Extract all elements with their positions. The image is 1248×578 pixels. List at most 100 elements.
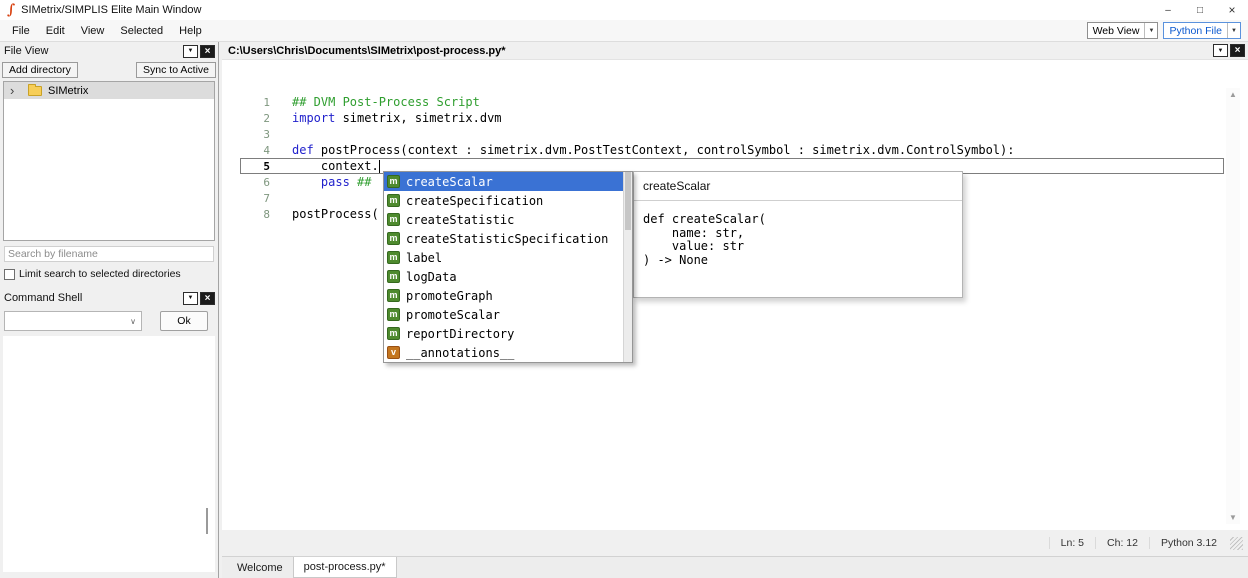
- autocomplete-item[interactable]: mlogData: [384, 267, 632, 286]
- autocomplete-item[interactable]: v__annotations__: [384, 343, 632, 362]
- command-shell-menu-button[interactable]: ▼: [183, 292, 198, 305]
- line-number: 8: [240, 208, 270, 221]
- menu-file[interactable]: File: [4, 22, 38, 40]
- shell-scrollbar-thumb[interactable]: [206, 508, 208, 534]
- scroll-down-icon[interactable]: ▼: [1229, 511, 1237, 524]
- status-bar: Ln: 5 Ch: 12 Python 3.12: [222, 530, 1248, 556]
- autocomplete-item[interactable]: m promoteGraph: [384, 286, 632, 305]
- limit-search-label: Limit search to selected directories: [19, 268, 181, 280]
- autocomplete-label: logData: [406, 270, 457, 284]
- main-area: File View ▼ × Add directory Sync to Acti…: [0, 42, 1248, 578]
- command-input-combo[interactable]: ∨: [4, 311, 142, 331]
- autocomplete-item[interactable]: mcreateScalar: [384, 172, 632, 191]
- autocomplete-scrollbar[interactable]: [623, 172, 632, 362]
- autocomplete-label: __annotations__: [406, 346, 514, 360]
- add-directory-button[interactable]: Add directory: [2, 62, 78, 78]
- tab-welcome[interactable]: Welcome: [227, 557, 293, 578]
- status-line: Ln: 5: [1049, 537, 1095, 549]
- autocomplete-item[interactable]: m promoteScalar: [384, 305, 632, 324]
- tooltip-separator: [634, 200, 962, 201]
- tree-item-simetrix[interactable]: › SIMetrix: [4, 82, 214, 99]
- signature-tooltip: createScalar def createScalar( name: str…: [633, 171, 963, 298]
- autocomplete-label: createSpecification: [406, 194, 543, 208]
- web-view-combo[interactable]: Web View ▼: [1087, 22, 1159, 39]
- code-editor[interactable]: 1## DVM Post-Process Script 2import simet…: [222, 60, 1248, 530]
- limit-search-checkbox[interactable]: [4, 269, 15, 280]
- command-shell-input-row: ∨ Ok: [0, 307, 218, 333]
- scroll-up-icon[interactable]: ▲: [1229, 88, 1237, 101]
- code-line: 1## DVM Post-Process Script: [240, 94, 1224, 110]
- chevron-down-icon[interactable]: ▼: [1144, 23, 1157, 38]
- tooltip-signature: def createScalar( name: str, value: str …: [643, 213, 953, 267]
- autocomplete-label: promoteGraph: [406, 289, 493, 303]
- menu-view[interactable]: View: [73, 22, 113, 40]
- method-icon: m: [387, 213, 400, 226]
- shell-output[interactable]: [3, 336, 215, 572]
- editor-menu-button[interactable]: ▼: [1213, 44, 1228, 57]
- limit-search-row: Limit search to selected directories: [4, 268, 214, 280]
- code-text: import simetrix, simetrix.dvm: [270, 110, 1224, 126]
- editor-path-bar: C:\Users\Chris\Documents\SIMetrix\post-p…: [222, 42, 1248, 60]
- editor-close-button[interactable]: ×: [1230, 44, 1245, 57]
- code-text: [270, 126, 1224, 142]
- line-number: 2: [240, 112, 270, 125]
- file-view-close-button[interactable]: ×: [200, 45, 215, 58]
- menu-help[interactable]: Help: [171, 22, 210, 40]
- autocomplete-item[interactable]: mreportDirectory: [384, 324, 632, 343]
- file-view-menu-button[interactable]: ▼: [183, 45, 198, 58]
- line-number: 6: [240, 176, 270, 189]
- resize-grip[interactable]: [1230, 537, 1243, 550]
- python-file-combo[interactable]: Python File ▼: [1163, 22, 1241, 39]
- tree-item-label: SIMetrix: [48, 85, 88, 97]
- menu-selected[interactable]: Selected: [112, 22, 171, 40]
- line-number: 3: [240, 128, 270, 141]
- close-button[interactable]: ×: [1216, 0, 1248, 20]
- web-view-label: Web View: [1088, 25, 1145, 37]
- chevron-down-icon: ∨: [130, 317, 141, 326]
- folder-icon: [28, 86, 42, 96]
- ok-button[interactable]: Ok: [160, 311, 208, 331]
- maximize-button[interactable]: □: [1184, 0, 1216, 20]
- command-shell-close-button[interactable]: ×: [200, 292, 215, 305]
- autocomplete-item[interactable]: mcreateStatistic: [384, 210, 632, 229]
- status-column: Ch: 12: [1095, 537, 1149, 549]
- window-controls: – □ ×: [1152, 0, 1248, 20]
- menu-edit[interactable]: Edit: [38, 22, 73, 40]
- editor-panel: C:\Users\Chris\Documents\SIMetrix\post-p…: [222, 42, 1248, 578]
- left-sidebar: File View ▼ × Add directory Sync to Acti…: [0, 42, 219, 578]
- code-text: def postProcess(context : simetrix.dvm.P…: [270, 142, 1224, 158]
- code-text: ## DVM Post-Process Script: [270, 94, 1224, 110]
- menubar: FileEditViewSelectedHelp Web View ▼ Pyth…: [0, 20, 1248, 42]
- python-file-label: Python File: [1164, 25, 1227, 37]
- autocomplete-item[interactable]: mcreateStatisticSpecification: [384, 229, 632, 248]
- autocomplete-item[interactable]: mcreateSpecification: [384, 191, 632, 210]
- editor-scrollbar[interactable]: ▲ ▼: [1226, 88, 1240, 524]
- autocomplete-label: promoteScalar: [406, 308, 500, 322]
- minimize-button[interactable]: –: [1152, 0, 1184, 20]
- autocomplete-label: reportDirectory: [406, 327, 514, 341]
- text-caret: [379, 160, 380, 173]
- method-icon: m: [387, 232, 400, 245]
- tab-post-process-py[interactable]: post-process.py*: [293, 557, 397, 578]
- autocomplete-label: label: [406, 251, 442, 265]
- titlebar: ∫ SIMetrix/SIMPLIS Elite Main Window – □…: [0, 0, 1248, 20]
- method-icon: m: [387, 289, 400, 302]
- expand-arrow-icon[interactable]: ›: [10, 84, 20, 97]
- search-input[interactable]: [4, 246, 214, 262]
- autocomplete-scrollbar-thumb[interactable]: [625, 172, 631, 230]
- file-view-title: File View: [4, 45, 181, 57]
- method-icon: m: [387, 308, 400, 321]
- autocomplete-popup: mcreateScalarmcreateSpecificationmcreate…: [383, 171, 633, 363]
- window-title: SIMetrix/SIMPLIS Elite Main Window: [21, 4, 201, 16]
- file-tree[interactable]: › SIMetrix: [3, 81, 215, 241]
- menubar-right: Web View ▼ Python File ▼: [1087, 22, 1244, 39]
- method-icon: m: [387, 251, 400, 264]
- line-number: 5: [240, 160, 270, 173]
- autocomplete-item[interactable]: mlabel: [384, 248, 632, 267]
- command-shell-header: Command Shell ▼ ×: [0, 289, 218, 307]
- tooltip-title: createScalar: [643, 179, 953, 193]
- code-line: 4def postProcess(context : simetrix.dvm.…: [240, 142, 1224, 158]
- sync-to-active-button[interactable]: Sync to Active: [136, 62, 216, 78]
- chevron-down-icon[interactable]: ▼: [1227, 23, 1240, 38]
- app-logo-icon: ∫: [7, 3, 15, 17]
